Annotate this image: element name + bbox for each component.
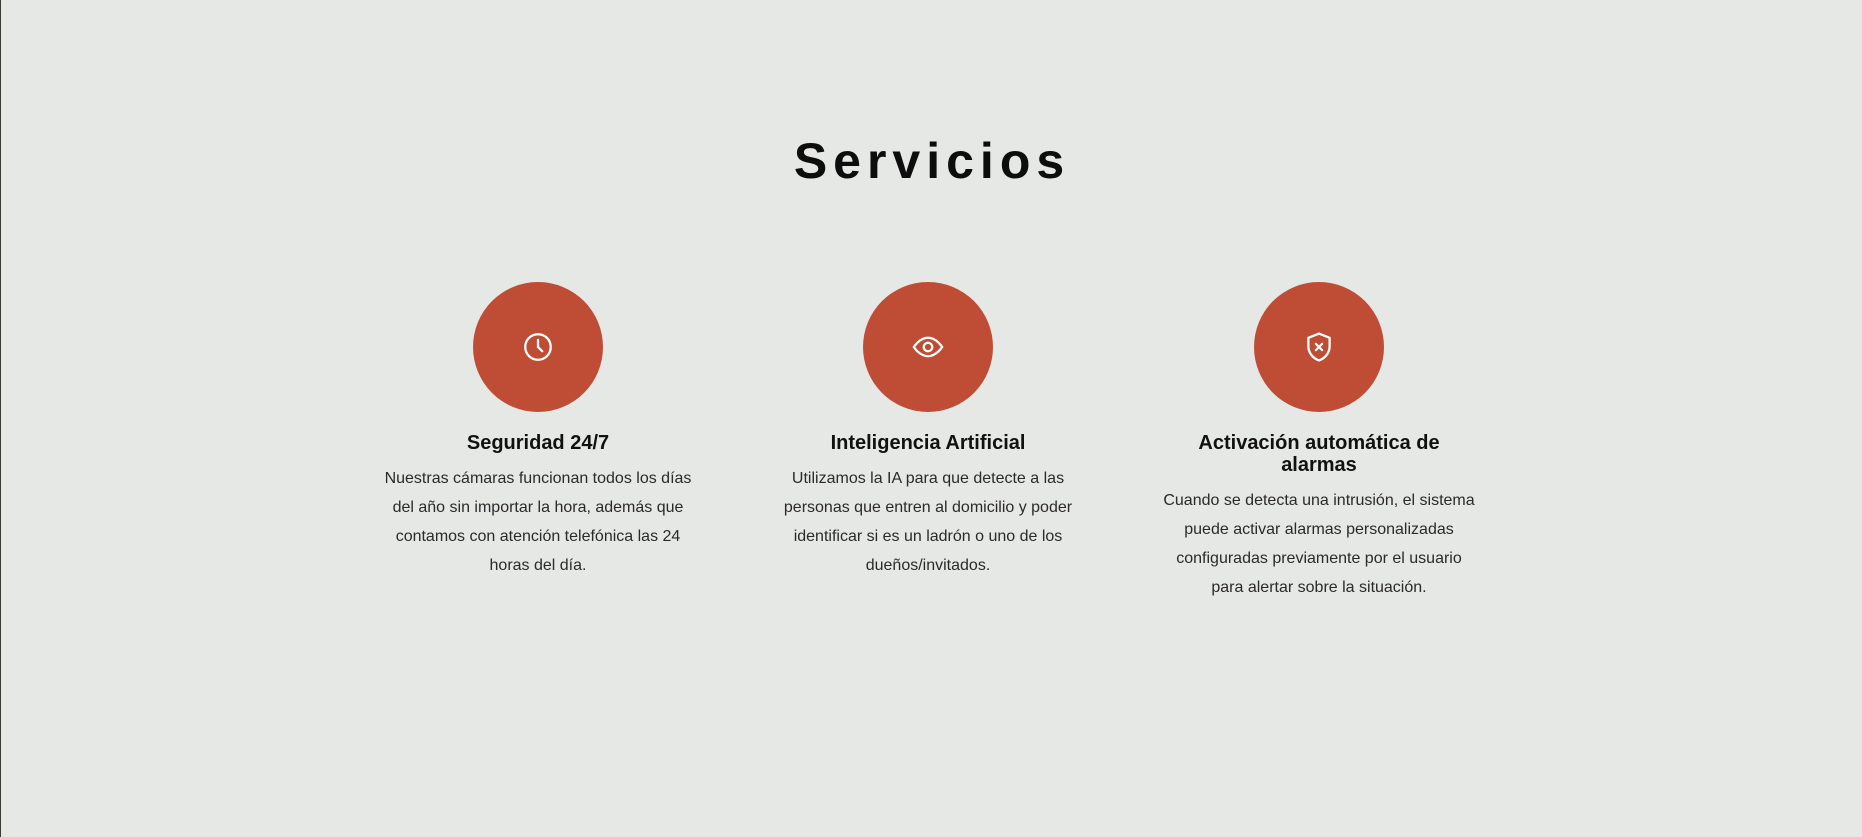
service-title: Inteligencia Artificial xyxy=(830,432,1026,454)
eye-icon xyxy=(912,336,944,358)
shield-x-icon xyxy=(1307,332,1331,362)
service-description: Cuando se detecta una intrusión, el sist… xyxy=(1163,492,1475,596)
service-card-security: Seguridad 24/7 Nuestras cámaras funciona… xyxy=(373,282,703,580)
service-description: Nuestras cámaras funcionan todos los día… xyxy=(384,470,692,574)
service-title: Activación automática de alarmas xyxy=(1198,432,1440,476)
service-card-ai: Inteligencia Artificial Utilizamos la IA… xyxy=(763,282,1093,580)
clock-icon xyxy=(524,333,552,361)
icon-circle xyxy=(863,282,993,412)
service-card-alarms: Activación automática de alarmas Cuando … xyxy=(1154,282,1484,602)
icon-circle xyxy=(473,282,603,412)
service-title: Seguridad 24/7 xyxy=(466,432,610,454)
icon-circle xyxy=(1254,282,1384,412)
service-description: Utilizamos la IA para que detecte a las … xyxy=(783,470,1073,574)
section-title: Servicios xyxy=(793,133,1071,189)
